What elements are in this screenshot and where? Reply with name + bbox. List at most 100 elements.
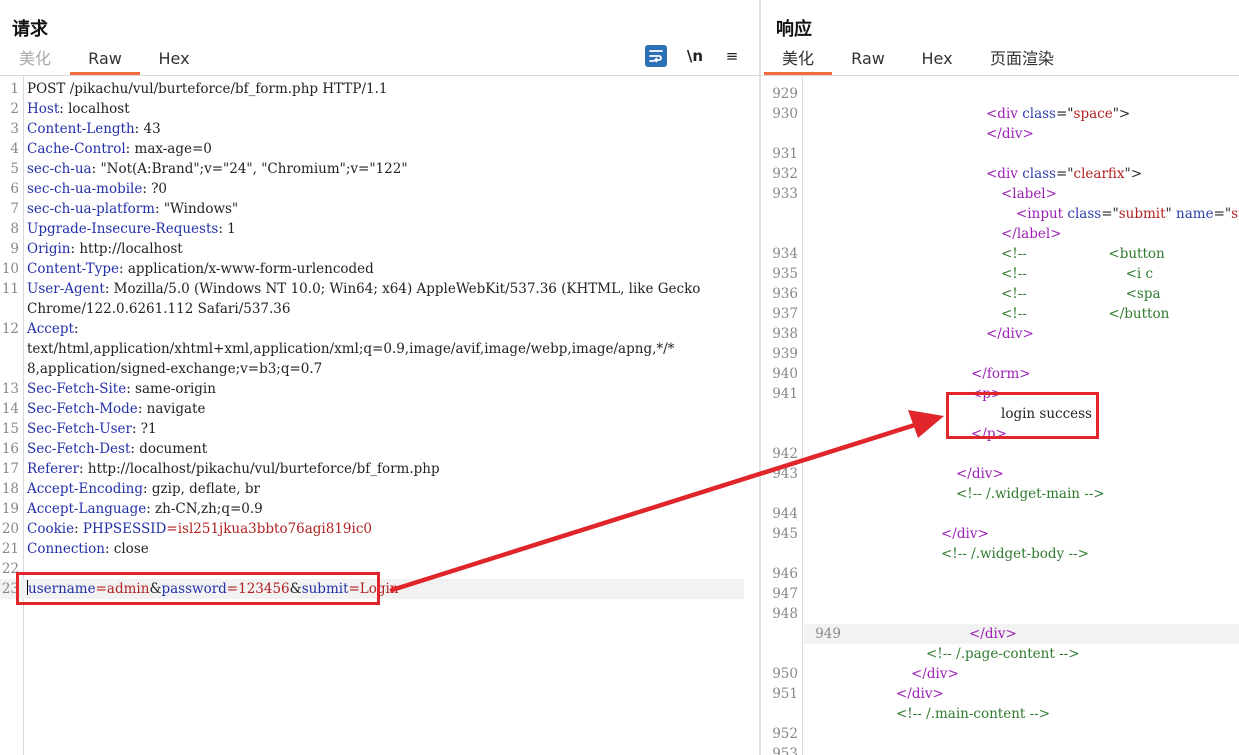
response-token: class (1022, 106, 1056, 122)
response-line-code: </div> (806, 664, 959, 684)
request-line-number: 6 (10, 181, 19, 197)
request-token: : 43 (134, 121, 161, 137)
response-token: <!-- (1001, 306, 1027, 322)
request-line: 22 (0, 559, 759, 579)
request-token: Accept-Language (27, 501, 147, 517)
request-token: =admin (95, 581, 150, 597)
tab-response-render[interactable]: 页面渲染 (987, 49, 1057, 74)
request-line: 18 Accept-Encoding: gzip, deflate, br (0, 479, 759, 499)
response-line: 952 (761, 724, 1239, 744)
response-line: 933 <label> (761, 184, 1239, 204)
request-token: Referer (27, 461, 80, 477)
response-token: class (1022, 166, 1056, 182)
response-line: 939 (761, 344, 1239, 364)
response-line: 935 <!-- <i c (761, 264, 1239, 284)
tab-response-pretty[interactable]: 美化 (764, 49, 832, 75)
response-line-code: <!-- <spa (806, 284, 1161, 304)
request-token: PHPSESSID (82, 521, 167, 537)
request-line-code: sec-ch-ua-platform: "Windows" (27, 199, 238, 219)
response-line-number: 948 (772, 606, 798, 622)
response-line: <!-- /.widget-main --> (761, 484, 1239, 504)
request-line-number: 11 (1, 281, 19, 297)
request-line-code: Cookie: PHPSESSID=isl251jkua3bbto76agi81… (27, 519, 372, 539)
request-token: : (73, 321, 79, 337)
request-token: Cookie (27, 521, 75, 537)
response-line-number: 949 (815, 626, 841, 642)
response-line: 934 <!-- <button (761, 244, 1239, 264)
response-line-number: 935 (772, 266, 798, 282)
request-token: : application/x-www-form-urlencoded (119, 261, 374, 277)
response-line-number: 934 (772, 246, 798, 262)
tab-request-raw[interactable]: Raw (70, 49, 140, 75)
request-token: : document (130, 441, 208, 457)
response-token: <label> (1001, 186, 1057, 202)
request-token: sec-ch-ua-mobile (27, 181, 143, 197)
request-token: : ?0 (142, 181, 168, 197)
response-line: </p> (761, 424, 1239, 444)
request-line: 2 Host: localhost (0, 99, 759, 119)
tab-request-pretty[interactable]: 美化 (18, 49, 52, 74)
request-token: sec-ch-ua-platform (27, 201, 155, 217)
request-line-code: text/html,application/xhtml+xml,applicat… (27, 339, 674, 359)
response-line: 945 </div> (761, 524, 1239, 544)
response-line-number: 942 (772, 446, 798, 462)
response-token: </div> (911, 666, 959, 682)
response-line: 931 (761, 144, 1239, 164)
menu-icon[interactable]: ≡ (721, 45, 743, 67)
request-line-code: Sec-Fetch-User: ?1 (27, 419, 157, 439)
response-line: 930 <div class="space"> (761, 104, 1239, 124)
request-token: : "Not(A:Brand";v="24", "Chromium";v="12… (91, 161, 408, 177)
request-line: 11 User-Agent: Mozilla/5.0 (Windows NT 10… (0, 279, 759, 299)
request-line: 23 username=admin&password=123456&submit=… (0, 579, 744, 599)
request-line-number: 4 (10, 141, 19, 157)
response-line-code: <!-- /.widget-main --> (806, 484, 1105, 504)
request-token: POST /pikachu/vul/burteforce/bf_form.php… (27, 81, 388, 97)
response-token: sub (1231, 206, 1239, 222)
request-line-code: Content-Length: 43 (27, 119, 161, 139)
response-line: 948 (761, 604, 1239, 624)
wrap-lines-button[interactable] (645, 45, 667, 67)
show-newlines-button[interactable]: \n (684, 45, 706, 67)
request-line-code: POST /pikachu/vul/burteforce/bf_form.php… (27, 79, 387, 99)
response-token: </p> (971, 426, 1007, 442)
response-title: 响应 (776, 19, 812, 40)
response-token: </div> (986, 326, 1034, 342)
response-line-code: <div class="space"> (806, 104, 1130, 124)
response-line: 946 (761, 564, 1239, 584)
response-token: =" (1213, 206, 1232, 222)
request-token: Content-Length (27, 121, 135, 137)
request-editor[interactable]: 1 POST /pikachu/vul/burteforce/bf_form.ph… (0, 76, 759, 755)
response-line: 940 </form> (761, 364, 1239, 384)
request-token: password (161, 581, 227, 597)
request-token: =123456 (226, 581, 290, 597)
response-line: 953 (761, 744, 1239, 755)
request-line-number: 20 (1, 521, 19, 537)
request-line: 7 sec-ch-ua-platform: "Windows" (0, 199, 759, 219)
request-title: 请求 (12, 19, 48, 40)
response-token: </div> (986, 126, 1034, 142)
response-line: 949 </div> (804, 624, 1239, 644)
request-token: : localhost (59, 101, 130, 117)
response-token: =" (1101, 206, 1119, 222)
response-editor[interactable]: 929 930 <div class="space"> </div> 931 932 <di… (761, 76, 1239, 755)
request-line: 20 Cookie: PHPSESSID=isl251jkua3bbto76agi… (0, 519, 759, 539)
response-token: <div (986, 106, 1023, 122)
request-token: : close (104, 541, 149, 557)
response-line: 937 <!-- </button (761, 304, 1239, 324)
request-line-code: username=admin&password=123456&submit=Lo… (27, 579, 399, 599)
request-line: 14 Sec-Fetch-Mode: navigate (0, 399, 759, 419)
request-token: & (289, 581, 302, 597)
request-token: Content-Type (27, 261, 120, 277)
tab-request-hex[interactable]: Hex (156, 49, 192, 74)
request-line: 19 Accept-Language: zh-CN,zh;q=0.9 (0, 499, 759, 519)
request-token: submit (301, 581, 349, 597)
tab-response-raw[interactable]: Raw (849, 49, 887, 74)
response-line: <input class="submit" name="sub (761, 204, 1239, 224)
tab-response-hex[interactable]: Hex (919, 49, 955, 74)
request-line: 17 Referer: http://localhost/pikachu/vul/… (0, 459, 759, 479)
request-line-code: Referer: http://localhost/pikachu/vul/bu… (27, 459, 440, 479)
request-token: Host (27, 101, 60, 117)
response-line-number: 939 (772, 346, 798, 362)
request-line-code: Accept: (27, 319, 79, 339)
request-token: username (28, 581, 96, 597)
